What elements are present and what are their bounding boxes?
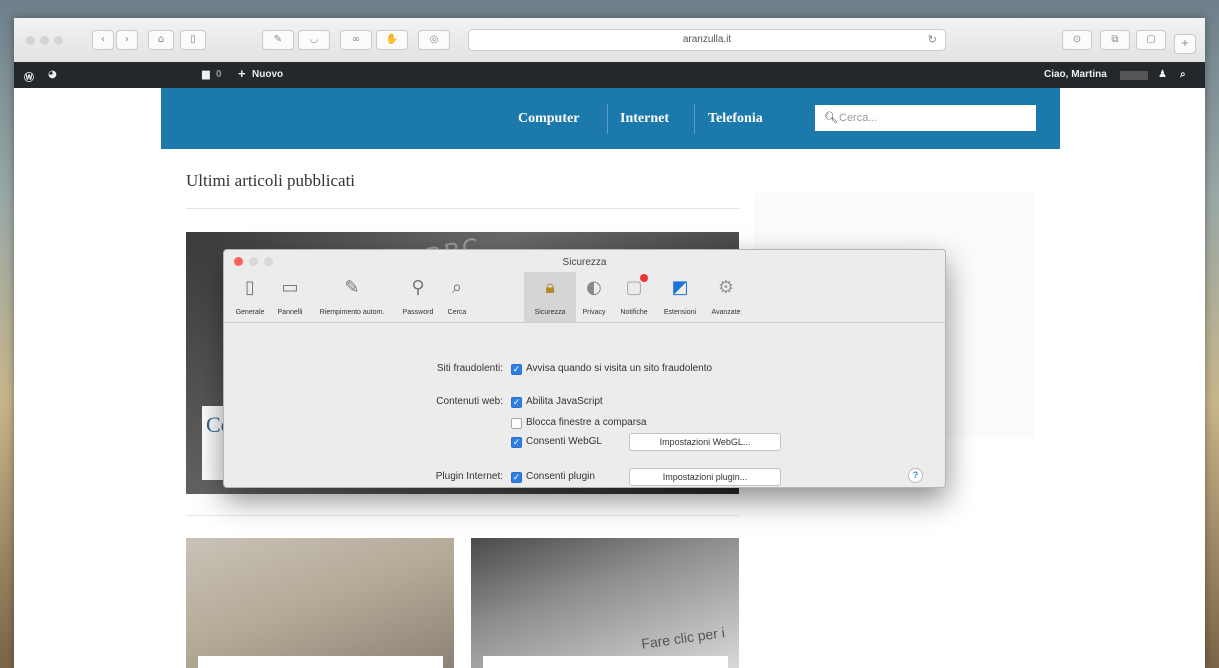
tab-cerca[interactable]: ⌕ Cerca bbox=[442, 272, 472, 322]
tab-generale[interactable]: ▯ Generale bbox=[230, 272, 270, 322]
tab-label: Pannelli bbox=[277, 309, 303, 316]
fraud-warning-label[interactable]: Avvisa quando si visita un sito fraudole… bbox=[526, 363, 712, 374]
dashboard-icon[interactable]: ◕ bbox=[48, 69, 57, 80]
comments-icon[interactable]: ▆ bbox=[202, 69, 210, 80]
reload-icon[interactable]: ↻ bbox=[928, 30, 937, 50]
article-caption-box bbox=[483, 656, 728, 668]
new-window-icon[interactable]: ▢ bbox=[1136, 30, 1166, 50]
sidebar-icon[interactable]: ▯ bbox=[180, 30, 206, 50]
tab-label: Notifiche bbox=[620, 309, 648, 316]
user-greeting[interactable]: Ciao, Martina bbox=[1044, 69, 1107, 80]
tab-notifiche[interactable]: ▢ Notifiche bbox=[612, 272, 656, 322]
webgl-checkbox[interactable]: ✓ bbox=[511, 437, 522, 448]
comments-count[interactable]: 0 bbox=[216, 69, 222, 80]
tab-estensioni[interactable]: ◩ Estensioni bbox=[657, 272, 703, 322]
magnifier-icon: ⌕ bbox=[451, 277, 463, 298]
tab-label: Password bbox=[402, 309, 434, 316]
block-popups-checkbox[interactable] bbox=[511, 418, 522, 429]
security-preferences-dialog: Sicurezza ▯ Generale ▭ Pannelli ✎ Riempi… bbox=[223, 249, 946, 488]
nav-telefonia[interactable]: Telefonia bbox=[708, 111, 763, 127]
search-input[interactable]: 🔍︎ Cerca... bbox=[815, 105, 1036, 131]
tab-label: Avanzate bbox=[711, 309, 741, 316]
article-thumbnail[interactable] bbox=[186, 538, 454, 668]
key-icon: ⚲ bbox=[411, 277, 425, 298]
home-icon[interactable]: ⌂ bbox=[148, 30, 174, 50]
site-header: Computer Internet Telefonia 🔍︎ Cerca... bbox=[161, 88, 1060, 149]
nav-computer[interactable]: Computer bbox=[518, 111, 579, 127]
url-text: aranzulla.it bbox=[682, 34, 732, 45]
share-icon[interactable]: ◎ bbox=[418, 30, 450, 50]
gear-icon: ⚙ bbox=[717, 277, 735, 298]
wordpress-logo-icon[interactable]: Ⓦ bbox=[24, 69, 34, 84]
general-icon: ▯ bbox=[245, 277, 255, 298]
tab-sicurezza[interactable]: 🔒︎ Sicurezza bbox=[524, 272, 576, 322]
article-thumbnail[interactable]: Fare clic per i bbox=[471, 538, 739, 668]
search-icon[interactable]: ⌕ bbox=[1180, 69, 1186, 80]
window-zoom-button[interactable] bbox=[54, 36, 63, 45]
avatar[interactable] bbox=[1120, 71, 1148, 80]
extensions-icon: ◩ bbox=[671, 277, 689, 298]
webgl-label[interactable]: Consenti WebGL bbox=[526, 436, 602, 447]
web-content-label: Contenuti web: bbox=[436, 396, 503, 407]
new-content-link[interactable]: Nuovo bbox=[252, 69, 283, 80]
plugin-label: Plugin Internet: bbox=[435, 471, 503, 482]
privacy-icon: ◐ bbox=[586, 277, 602, 298]
forward-icon[interactable]: › bbox=[116, 30, 138, 50]
new-tab-icon[interactable]: + bbox=[1174, 34, 1196, 54]
divider bbox=[186, 208, 739, 209]
preferences-tab-bar: ▯ Generale ▭ Pannelli ✎ Riempimento auto… bbox=[224, 272, 945, 323]
browser-toolbar: ‹ › ⌂ ▯ ✎ ◡ ∞ ✋ ◎ aranzulla.it ↻ ⊙ ⧉ ▢ + bbox=[14, 18, 1205, 63]
plugins-option-label[interactable]: Consenti plugin bbox=[526, 471, 595, 482]
tabs-panel-icon: ▭ bbox=[281, 277, 299, 298]
slide-placeholder-text: Fare clic per i bbox=[640, 624, 726, 652]
javascript-label[interactable]: Abilita JavaScript bbox=[526, 396, 603, 407]
autofill-icon: ✎ bbox=[344, 277, 360, 298]
download-icon[interactable]: ⊙ bbox=[1062, 30, 1092, 50]
tabs-icon[interactable]: ⧉ bbox=[1100, 30, 1130, 50]
fraud-sites-label: Siti fraudolenti: bbox=[436, 363, 503, 374]
address-bar[interactable]: aranzulla.it ↻ bbox=[468, 29, 946, 51]
webgl-settings-button[interactable]: Impostazioni WebGL... bbox=[629, 433, 781, 451]
hand-icon[interactable]: ✋ bbox=[376, 30, 408, 50]
tab-label: Sicurezza bbox=[534, 309, 566, 316]
search-icon: 🔍︎ bbox=[824, 111, 838, 124]
window-minimize-button[interactable] bbox=[40, 36, 49, 45]
user-icon[interactable]: ♟ bbox=[1158, 69, 1167, 80]
tab-label: Privacy bbox=[582, 309, 606, 316]
latest-articles-heading: Ultimi articoli pubblicati bbox=[186, 171, 356, 190]
link-icon[interactable]: ∞ bbox=[340, 30, 372, 50]
nav-divider bbox=[694, 104, 695, 134]
wp-admin-bar: Ⓦ ◕ ▆ 0 + Nuovo Ciao, Martina ♟ ⌕ bbox=[14, 62, 1205, 88]
tab-avanzate[interactable]: ⚙ Avanzate bbox=[704, 272, 748, 322]
plugin-settings-button[interactable]: Impostazioni plugin... bbox=[629, 468, 781, 486]
tab-label: Riempimento autom. bbox=[319, 309, 385, 316]
edit-icon[interactable]: ✎ bbox=[262, 30, 294, 50]
nav-divider bbox=[607, 104, 608, 134]
new-plus-icon: + bbox=[238, 66, 246, 81]
divider bbox=[186, 515, 739, 516]
tab-riempimento[interactable]: ✎ Riempimento autom. bbox=[310, 272, 394, 322]
fraud-warning-checkbox[interactable]: ✓ bbox=[511, 364, 522, 375]
tab-label: Generale bbox=[235, 309, 265, 316]
tab-pannelli[interactable]: ▭ Pannelli bbox=[271, 272, 309, 322]
help-button[interactable]: ? bbox=[908, 468, 923, 483]
pocket-icon[interactable]: ◡ bbox=[298, 30, 330, 50]
back-icon[interactable]: ‹ bbox=[92, 30, 114, 50]
tab-privacy[interactable]: ◐ Privacy bbox=[577, 272, 611, 322]
search-placeholder: Cerca... bbox=[839, 112, 878, 124]
tab-password[interactable]: ⚲ Password bbox=[396, 272, 440, 322]
tab-label: Estensioni bbox=[663, 309, 697, 316]
notifications-icon: ▢ bbox=[622, 274, 648, 300]
block-popups-label[interactable]: Blocca finestre a comparsa bbox=[526, 417, 647, 428]
nav-internet[interactable]: Internet bbox=[620, 111, 669, 127]
article-caption-box bbox=[198, 656, 443, 668]
window-close-button[interactable] bbox=[26, 36, 35, 45]
javascript-checkbox[interactable]: ✓ bbox=[511, 397, 522, 408]
tab-label: Cerca bbox=[447, 309, 467, 316]
plugins-checkbox[interactable]: ✓ bbox=[511, 472, 522, 483]
lock-icon: 🔒︎ bbox=[545, 277, 555, 298]
dialog-title: Sicurezza bbox=[562, 257, 607, 268]
